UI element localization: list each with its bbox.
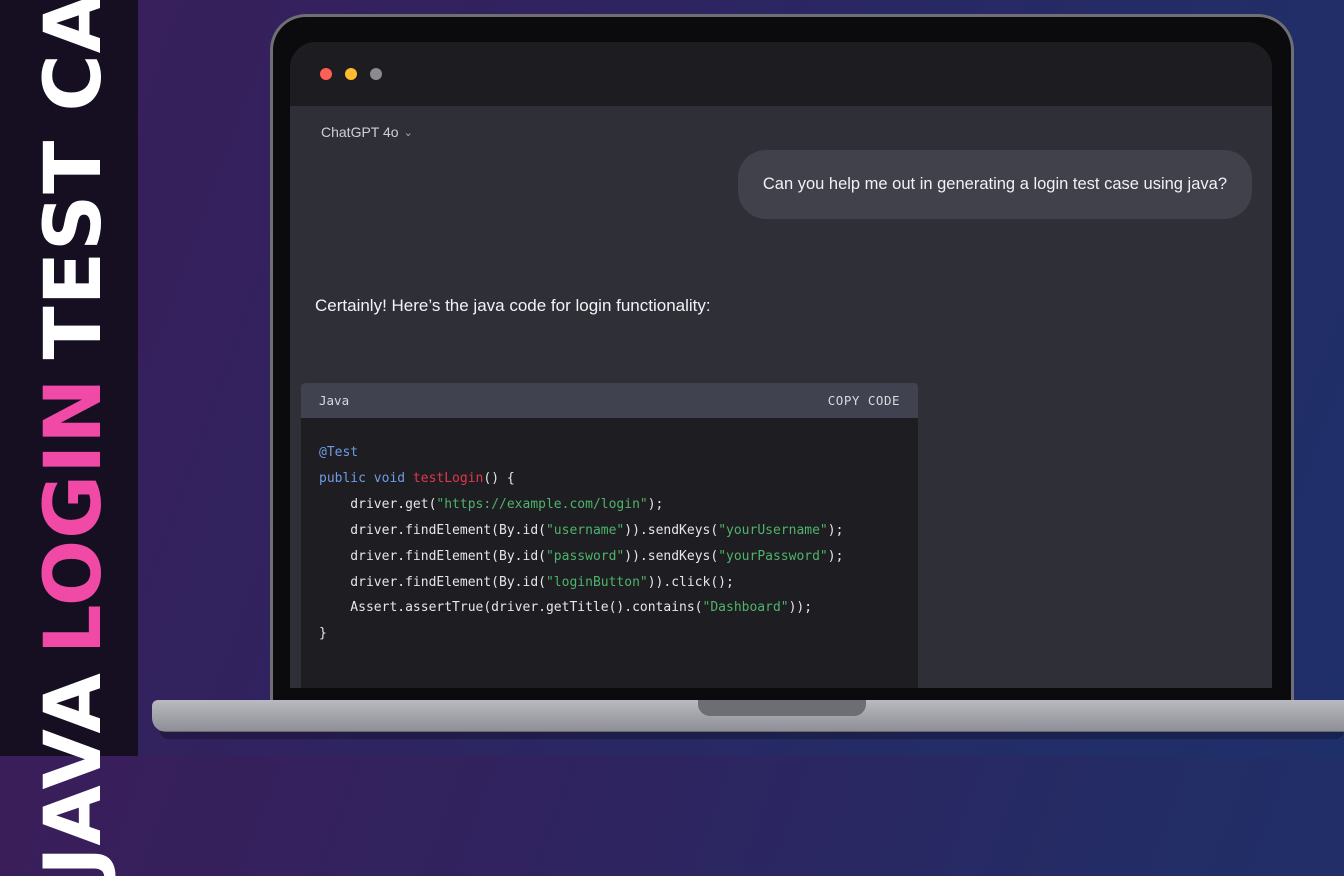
code-token: driver.get( (319, 496, 437, 512)
close-window-button[interactable] (320, 68, 332, 80)
code-line: driver.get("https://example.com/login"); (319, 492, 900, 518)
banner-word-test-case: TEST CASE (29, 0, 119, 360)
code-token: ); (827, 548, 844, 564)
code-token: )).click(); (647, 574, 734, 590)
code-token: () { (483, 470, 515, 486)
code-token: )).sendKeys( (624, 548, 719, 564)
code-token: } (319, 626, 327, 642)
model-label: ChatGPT 4o (321, 124, 399, 140)
code-token: "password" (545, 548, 625, 564)
code-line: Assert.assertTrue(driver.getTitle().cont… (319, 595, 900, 621)
code-token: "https://example.com/login" (436, 496, 648, 512)
code-token: "loginButton" (545, 574, 648, 590)
code-language-label: Java (319, 393, 350, 408)
code-token: )); (788, 600, 813, 616)
code-line: } (319, 621, 900, 647)
code-line: driver.findElement(By.id("loginButton"))… (319, 570, 900, 596)
code-token: public void (319, 470, 413, 486)
code-token: )).sendKeys( (624, 522, 719, 538)
window-titlebar (290, 42, 1272, 106)
code-token: Assert.assertTrue(driver.getTitle().cont… (319, 600, 703, 616)
code-token: "yourUsername" (718, 522, 828, 538)
code-token: ); (647, 496, 664, 512)
chevron-down-icon: ⌄ (403, 126, 413, 139)
code-token: "Dashboard" (702, 600, 789, 616)
code-token: @Test (319, 445, 359, 460)
code-token: "yourPassword" (718, 548, 828, 564)
laptop-base-shadow (160, 731, 1344, 739)
zoom-window-button[interactable] (370, 68, 382, 80)
code-token: driver.findElement(By.id( (319, 522, 546, 538)
copy-code-button[interactable]: COPY CODE (828, 393, 900, 408)
code-body: @Test public void testLogin() { driver.ge… (301, 418, 918, 647)
code-token: ); (827, 522, 844, 538)
banner-word-java: JAVA (29, 672, 119, 876)
code-line: @Test (319, 440, 900, 466)
code-token: driver.findElement(By.id( (319, 574, 546, 590)
banner-title: JAVA LOGIN TEST CASE (29, 0, 119, 876)
code-line: driver.findElement(By.id("username")).se… (319, 518, 900, 544)
code-line: public void testLogin() { (319, 466, 900, 492)
code-line: driver.findElement(By.id("password")).se… (319, 544, 900, 570)
user-message-bubble: Can you help me out in generating a logi… (737, 150, 1252, 219)
code-token: driver.findElement(By.id( (319, 548, 546, 564)
user-message-text: Can you help me out in generating a logi… (762, 175, 1227, 193)
laptop-screen: ChatGPT 4o ⌄ Can you help me out in gene… (290, 42, 1272, 688)
code-token: "username" (545, 522, 625, 538)
code-block-header: Java COPY CODE (301, 383, 918, 418)
code-block: Java COPY CODE @Test public void testLogi… (301, 383, 918, 688)
minimize-window-button[interactable] (345, 68, 357, 80)
side-banner: JAVA LOGIN TEST CASE (0, 0, 138, 876)
code-token: testLogin (412, 470, 484, 486)
model-selector[interactable]: ChatGPT 4o ⌄ (321, 124, 413, 140)
banner-word-login: LOGIN (29, 377, 119, 655)
assistant-message: Certainly! Here’s the java code for logi… (315, 296, 711, 315)
laptop-base-notch (698, 700, 866, 716)
